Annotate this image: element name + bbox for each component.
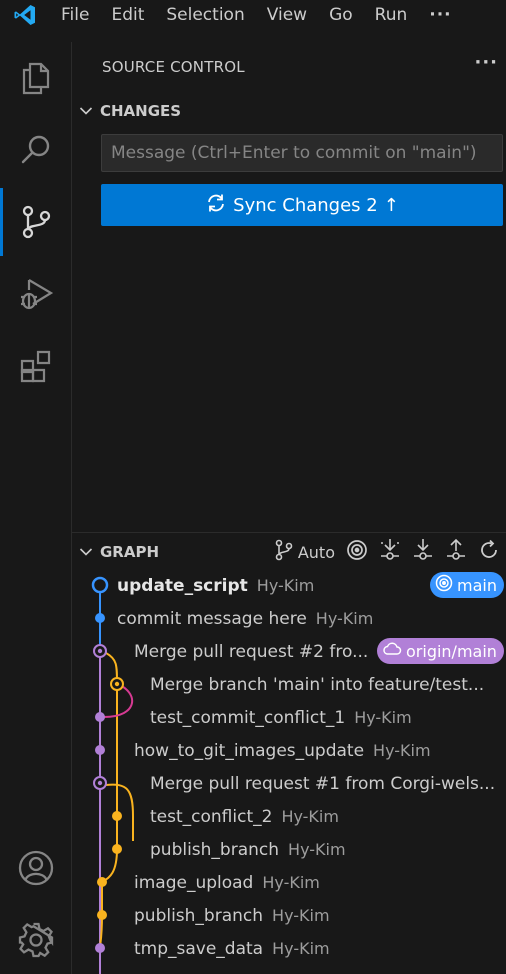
commit-author: Hy-Kim xyxy=(256,576,315,595)
target-icon xyxy=(435,574,453,596)
commit-author: Hy-Kim xyxy=(354,708,412,727)
cloud-icon xyxy=(382,641,402,661)
account-icon[interactable] xyxy=(0,832,72,904)
search-icon[interactable] xyxy=(0,114,72,186)
merge-dot-center xyxy=(97,780,103,786)
graph-lane-publish xyxy=(101,783,118,883)
activity-bar xyxy=(0,42,72,974)
menu-file[interactable]: File xyxy=(50,0,100,30)
commit-head-dot xyxy=(91,576,109,594)
graph-row[interactable]: test_conflict_2 Hy-Kim xyxy=(150,800,339,833)
branch-badge-origin-main[interactable]: origin/main xyxy=(377,638,504,664)
commit-dot xyxy=(95,745,105,755)
source-control-icon[interactable] xyxy=(0,186,72,258)
commit-author: Hy-Kim xyxy=(315,609,374,628)
run-debug-icon[interactable] xyxy=(0,258,72,330)
commit-subject: publish_branch xyxy=(134,905,264,926)
explorer-icon[interactable] xyxy=(0,42,72,114)
commit-dot xyxy=(95,712,105,722)
commit-author: Hy-Kim xyxy=(272,939,330,958)
graph-row[interactable]: how_to_git_images_update Hy-Kim xyxy=(134,734,431,767)
vscode-logo-icon xyxy=(0,0,50,30)
commit-subject: image_upload xyxy=(134,872,254,893)
commit-dot xyxy=(112,844,122,854)
commit-dot xyxy=(97,910,107,920)
graph-row[interactable]: Merge pull request #2 fro... xyxy=(134,635,374,668)
commit-subject: how_to_git_images_update xyxy=(134,740,365,761)
title-bar: File Edit Selection View Go Run ··· xyxy=(0,0,506,30)
commit-subject: publish_branch xyxy=(150,839,280,860)
commit-subject: Merge branch 'main' into feature/test... xyxy=(150,674,485,695)
graph-lane-feature xyxy=(105,652,118,783)
graph-row[interactable]: Merge pull request #1 from Corgi-wels... xyxy=(150,767,504,800)
menu-more-button[interactable]: ··· xyxy=(418,0,462,30)
merge-dot-center xyxy=(114,681,120,687)
commit-dot xyxy=(95,613,105,623)
menu-edit[interactable]: Edit xyxy=(100,0,155,30)
graph-row[interactable]: publish_branch Hy-Kim xyxy=(150,833,346,866)
menu-selection[interactable]: Selection xyxy=(155,0,255,30)
menu-view[interactable]: View xyxy=(256,0,318,30)
graph-row[interactable]: publish_branch Hy-Kim xyxy=(134,899,330,932)
settings-gear-icon[interactable] xyxy=(0,904,72,974)
commit-author: Hy-Kim xyxy=(262,873,320,892)
graph-row[interactable]: Merge branch 'main' into feature/test... xyxy=(150,668,504,701)
graph-row[interactable]: tmp_save_data Hy-Kim xyxy=(134,932,330,965)
commit-author: Hy-Kim xyxy=(288,840,346,859)
commit-subject: tmp_save_data xyxy=(134,938,264,959)
merge-dot-center xyxy=(97,648,103,654)
commit-author: Hy-Kim xyxy=(272,906,330,925)
graph-row[interactable]: update_script Hy-Kim xyxy=(117,569,314,602)
extensions-icon[interactable] xyxy=(0,330,72,402)
commit-subject: Merge pull request #1 from Corgi-wels... xyxy=(150,773,496,794)
commit-dot xyxy=(112,811,122,821)
menu-go[interactable]: Go xyxy=(318,0,364,30)
commit-author: Hy-Kim xyxy=(373,741,431,760)
commit-subject: test_conflict_2 xyxy=(150,806,273,827)
commit-subject: commit message here xyxy=(117,608,307,629)
commit-subject: update_script xyxy=(117,575,248,596)
menu-bar: File Edit Selection View Go Run ··· xyxy=(50,0,463,30)
menu-run[interactable]: Run xyxy=(364,0,419,30)
graph-row[interactable]: commit message here Hy-Kim xyxy=(117,602,373,635)
commit-author: Hy-Kim xyxy=(281,807,339,826)
branch-badge-label: origin/main xyxy=(406,641,497,661)
commit-subject: Merge pull request #2 fro... xyxy=(134,641,369,662)
graph-row[interactable]: test_commit_conflict_1 Hy-Kim xyxy=(150,701,412,734)
commit-subject: test_commit_conflict_1 xyxy=(150,707,346,728)
branch-badge-main[interactable]: main xyxy=(430,572,504,598)
graph-row[interactable]: image_upload Hy-Kim xyxy=(134,866,320,899)
branch-badge-label: main xyxy=(457,575,497,595)
commit-dot xyxy=(97,877,107,887)
commit-dot xyxy=(95,943,105,953)
source-control-panel: SOURCE CONTROL ··· CHANGES Sync Changes … xyxy=(72,42,506,974)
